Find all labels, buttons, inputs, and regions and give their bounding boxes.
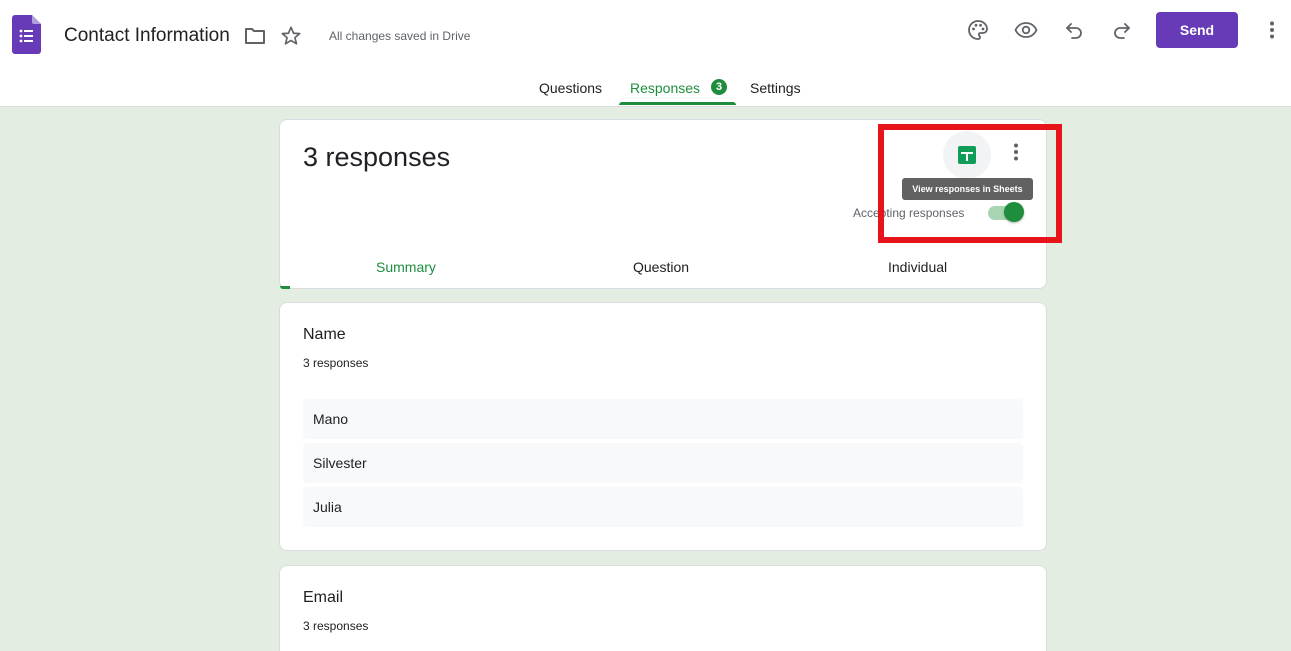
question-title: Name [303, 326, 346, 343]
google-forms-logo[interactable] [12, 15, 41, 54]
main-tabs: Questions Responses Settings [0, 70, 1291, 106]
active-subtab-indicator [280, 286, 290, 289]
question-card-name: Name 3 responses Mano Silvester Julia [279, 302, 1047, 551]
question-title: Email [303, 589, 344, 606]
question-response-count: 3 responses [303, 356, 369, 370]
tab-individual[interactable]: Individual [888, 259, 947, 275]
document-title[interactable]: Contact Information [64, 25, 230, 47]
save-status: All changes saved in Drive [329, 29, 471, 43]
folder-icon[interactable] [244, 26, 266, 46]
tab-settings[interactable]: Settings [750, 80, 801, 96]
tab-question[interactable]: Question [633, 259, 689, 275]
more-vert-icon[interactable] [1260, 18, 1284, 42]
list-item: Silvester [303, 443, 1023, 483]
app-header: Contact Information All changes saved in… [0, 0, 1291, 107]
tab-summary[interactable]: Summary [376, 259, 436, 275]
star-icon[interactable] [280, 25, 302, 47]
redo-icon[interactable] [1110, 18, 1134, 42]
send-button[interactable]: Send [1156, 12, 1238, 48]
active-tab-indicator [619, 102, 736, 105]
palette-icon[interactable] [966, 18, 990, 42]
list-item: Mano [303, 399, 1023, 439]
tab-responses[interactable]: Responses [630, 80, 700, 96]
undo-icon[interactable] [1062, 18, 1086, 42]
tab-questions[interactable]: Questions [539, 80, 602, 96]
question-response-count: 3 responses [303, 619, 369, 633]
responses-count-title: 3 responses [303, 142, 451, 172]
highlight-annotation [878, 124, 1062, 243]
question-card-email: Email 3 responses [279, 565, 1047, 651]
list-item: Julia [303, 487, 1023, 527]
responses-count-badge: 3 [711, 79, 727, 95]
eye-icon[interactable] [1014, 18, 1038, 42]
